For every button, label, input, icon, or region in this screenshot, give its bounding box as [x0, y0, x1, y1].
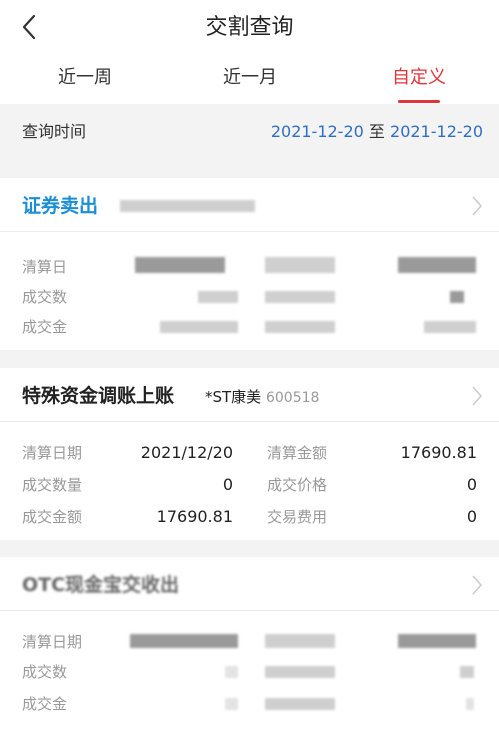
redacted-value	[466, 698, 474, 710]
tab-recent-month[interactable]: 近一月	[205, 60, 295, 104]
redacted-field	[265, 698, 335, 710]
fee-value: 0	[466, 507, 477, 526]
page-title: 交割查询	[205, 15, 294, 40]
field-label: 清算日	[22, 258, 68, 276]
record-row: 成交数	[0, 657, 499, 687]
redacted-field	[265, 321, 335, 333]
record-row: 成交金	[0, 689, 499, 719]
deal-amount-value: 17690.81	[156, 507, 233, 526]
field-label: 成交数	[22, 288, 68, 306]
end-date[interactable]: 2021-12-20	[390, 122, 483, 141]
redacted-value	[398, 634, 476, 648]
record-card-header[interactable]: OTC现金宝交收出	[0, 557, 499, 611]
start-date[interactable]: 2021-12-20	[271, 122, 364, 141]
stock-name: *ST康美	[205, 388, 262, 406]
redacted-field	[265, 257, 335, 273]
field-label: 清算日期	[22, 633, 83, 651]
redacted-value	[225, 698, 238, 710]
record-title: 特殊资金调账上账	[22, 385, 175, 407]
record-card-header[interactable]: 特殊资金调账上账 *ST康美 600518	[0, 368, 499, 422]
field-label: 成交金	[22, 318, 68, 336]
redacted-value	[198, 291, 238, 303]
date-range: 2021-12-20 至 2021-12-20	[271, 106, 483, 158]
record-row: 成交数	[0, 282, 499, 312]
tab-custom[interactable]: 自定义	[374, 60, 464, 104]
redacted-field	[265, 666, 335, 678]
period-tabs: 近一周 近一月 自定义	[0, 60, 499, 104]
date-separator: 至	[368, 122, 385, 141]
redacted-value	[160, 321, 238, 333]
record-title: OTC现金宝交收出	[22, 574, 180, 596]
stock-code: 600518	[265, 390, 320, 406]
date-filter-row: 查询时间 2021-12-20 至 2021-12-20	[0, 106, 499, 158]
redacted-value	[424, 321, 476, 333]
record-row: 清算日	[0, 252, 499, 282]
settle-date-label: 清算日期	[22, 444, 83, 462]
redacted-value	[398, 257, 476, 273]
chevron-right-icon	[472, 386, 483, 406]
chevron-right-icon	[472, 196, 483, 216]
deal-qty-label: 成交数量	[22, 476, 83, 494]
redacted-field	[265, 634, 335, 648]
header: 交割查询 近一周 近一月 自定义	[0, 0, 499, 104]
record-row: 成交金	[0, 312, 499, 342]
chevron-right-icon	[472, 575, 483, 595]
fee-label: 交易费用	[267, 508, 328, 526]
settle-amount-value: 17690.81	[400, 443, 477, 462]
record-row: 清算日期 2021/12/20 清算金额 17690.81	[0, 438, 499, 468]
field-label: 成交金	[22, 695, 68, 713]
deal-qty-value: 0	[222, 475, 233, 494]
stock-info: *ST康美 600518	[205, 368, 319, 427]
redacted-value	[460, 666, 474, 678]
deal-price-value: 0	[466, 475, 477, 494]
deal-price-label: 成交价格	[267, 476, 328, 494]
record-title: 证券卖出	[22, 195, 99, 217]
active-tab-indicator	[398, 100, 440, 103]
redacted-value	[450, 291, 464, 303]
record-card: 证券卖出 清算日 成交数 成交金	[0, 178, 499, 350]
redacted-stock-name	[120, 200, 255, 212]
settle-date-value: 2021/12/20	[140, 443, 233, 462]
redacted-value	[225, 666, 238, 678]
record-card-header[interactable]: 证券卖出	[0, 178, 499, 232]
record-card: OTC现金宝交收出 清算日期 成交数 成交金	[0, 557, 499, 730]
record-row: 清算日期	[0, 627, 499, 657]
date-filter-label: 查询时间	[22, 122, 87, 141]
redacted-field	[265, 291, 335, 303]
redacted-value	[130, 634, 238, 648]
redacted-value	[135, 257, 225, 273]
record-row: 成交数量 0 成交价格 0	[0, 470, 499, 500]
tab-recent-week[interactable]: 近一周	[40, 60, 130, 104]
settle-amount-label: 清算金额	[267, 444, 328, 462]
deal-amount-label: 成交金额	[22, 508, 83, 526]
record-row: 成交金额 17690.81 交易费用 0	[0, 502, 499, 532]
record-card: 特殊资金调账上账 *ST康美 600518 清算日期 2021/12/20 清算…	[0, 368, 499, 540]
field-label: 成交数	[22, 663, 68, 681]
